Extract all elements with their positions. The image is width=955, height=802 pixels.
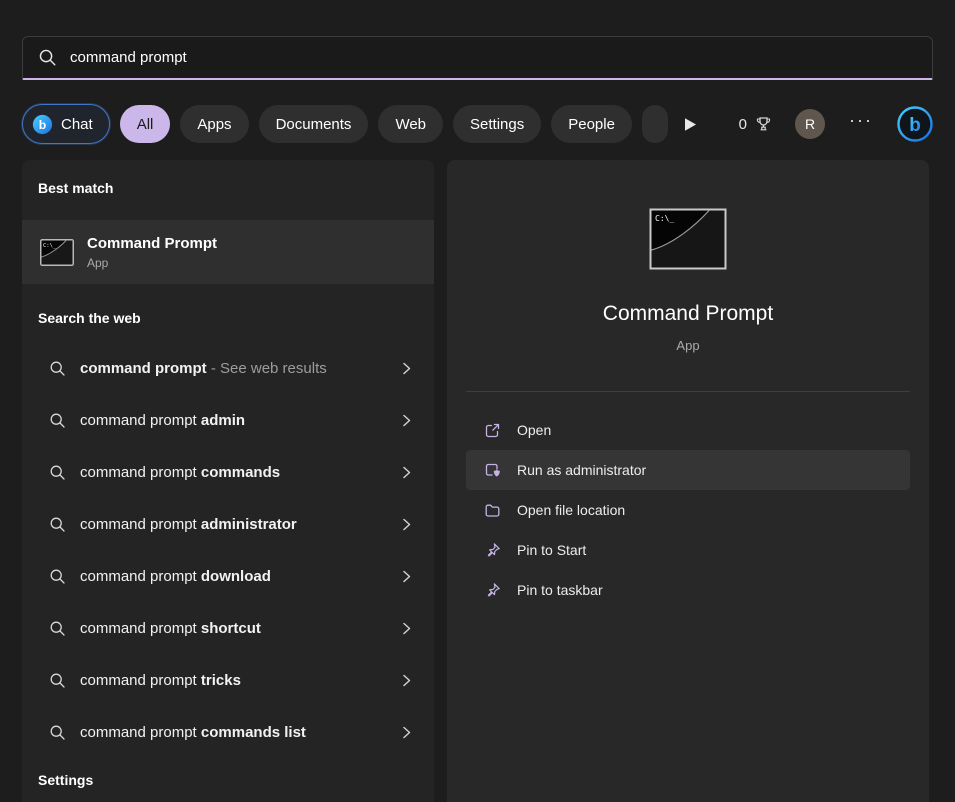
chevron-right-icon[interactable] [400, 518, 413, 531]
action-pin-to-taskbar[interactable]: Pin to taskbar [466, 570, 910, 610]
suggestion-commands[interactable]: command prompt commands [22, 446, 434, 498]
suggestion-administrator[interactable]: command prompt administrator [22, 498, 434, 550]
pin-icon [484, 542, 501, 559]
play-icon [684, 117, 697, 132]
preview-app-title: Command Prompt [447, 302, 929, 326]
command-prompt-icon-large: C:\_ [447, 208, 929, 270]
suggestion-text: command prompt download [80, 568, 386, 585]
filter-tabs-row: b Chat All Apps Documents Web Settings P… [22, 103, 933, 145]
suggestion-commands-list[interactable]: command prompt commands list [22, 706, 434, 758]
search-icon [49, 360, 66, 377]
svg-text:b: b [39, 117, 46, 131]
bing-chat-icon: b [32, 114, 53, 135]
suggestion-text: command prompt shortcut [80, 620, 386, 637]
suggestion-text: command prompt tricks [80, 672, 386, 689]
suggestion-text: command prompt commands [80, 464, 386, 481]
svg-text:b: b [909, 115, 921, 136]
chat-button-label: Chat [61, 116, 93, 133]
divider [466, 391, 910, 392]
chevron-right-icon[interactable] [400, 622, 413, 635]
chevron-right-icon[interactable] [400, 362, 413, 375]
rewards-count: 0 [739, 116, 747, 133]
results-list-panel: Best match C:\_ Command Prompt App Searc… [22, 160, 434, 802]
chat-button[interactable]: b Chat [22, 104, 110, 144]
suggestion-see-web-results[interactable]: command prompt - See web results [22, 342, 434, 394]
chevron-right-icon[interactable] [400, 466, 413, 479]
action-label: Pin to taskbar [517, 582, 603, 598]
suggestion-text: command prompt - See web results [80, 360, 386, 377]
action-label: Pin to Start [517, 542, 586, 558]
search-icon [49, 516, 66, 533]
folder-icon [484, 502, 501, 519]
action-list: Open Run as administrator Open file loca… [447, 410, 929, 610]
play-icon-button[interactable] [678, 113, 703, 136]
topbar-right-cluster: 0 R ··· b [739, 106, 933, 142]
best-match-item[interactable]: C:\_ Command Prompt App [22, 220, 434, 284]
search-bar [22, 36, 933, 80]
suggestion-download[interactable]: command prompt download [22, 550, 434, 602]
suggestion-text: command prompt administrator [80, 516, 386, 533]
rewards-badge[interactable]: 0 [739, 115, 773, 134]
preview-app-subtitle: App [447, 338, 929, 353]
action-label: Open file location [517, 502, 625, 518]
pin-icon [484, 582, 501, 599]
search-icon [49, 724, 66, 741]
chevron-right-icon[interactable] [400, 414, 413, 427]
action-run-as-administrator[interactable]: Run as administrator [466, 450, 910, 490]
search-the-web-heading: Search the web [38, 310, 418, 326]
svg-text:C:\_: C:\_ [43, 243, 57, 249]
action-label: Open [517, 422, 551, 438]
search-icon [49, 412, 66, 429]
tab-settings[interactable]: Settings [453, 105, 541, 143]
web-suggestions-list: command prompt - See web results command… [22, 342, 434, 758]
results-area: Best match C:\_ Command Prompt App Searc… [22, 160, 929, 802]
rewards-trophy-icon [754, 115, 773, 134]
suggestion-text: command prompt commands list [80, 724, 386, 741]
suggestion-text: command prompt admin [80, 412, 386, 429]
search-input[interactable] [70, 49, 917, 66]
tab-all[interactable]: All [120, 105, 171, 143]
best-match-subtitle: App [87, 256, 217, 270]
search-icon [38, 48, 57, 67]
svg-text:C:\_: C:\_ [655, 214, 674, 223]
open-external-icon [484, 422, 501, 439]
chevron-right-icon[interactable] [400, 674, 413, 687]
user-avatar[interactable]: R [795, 109, 825, 139]
search-icon [49, 620, 66, 637]
action-open-file-location[interactable]: Open file location [466, 490, 910, 530]
best-match-heading: Best match [38, 180, 418, 196]
best-match-title: Command Prompt [87, 235, 217, 252]
more-options-button[interactable]: ··· [847, 110, 875, 139]
admin-shield-icon [484, 462, 501, 479]
best-match-text: Command Prompt App [87, 235, 217, 270]
suggestion-admin[interactable]: command prompt admin [22, 394, 434, 446]
chevron-right-icon[interactable] [400, 570, 413, 583]
settings-heading: Settings [38, 772, 418, 788]
chevron-right-icon[interactable] [400, 726, 413, 739]
tab-web[interactable]: Web [378, 105, 443, 143]
command-prompt-icon: C:\_ [40, 239, 74, 266]
action-label: Run as administrator [517, 462, 646, 478]
windows-search-flyout: b Chat All Apps Documents Web Settings P… [0, 0, 955, 802]
action-open[interactable]: Open [466, 410, 910, 450]
bing-logo-icon[interactable]: b [897, 106, 933, 142]
suggestion-shortcut[interactable]: command prompt shortcut [22, 602, 434, 654]
search-icon [49, 672, 66, 689]
search-icon [49, 568, 66, 585]
tab-documents[interactable]: Documents [259, 105, 369, 143]
tab-people[interactable]: People [551, 105, 632, 143]
tab-overflow-partial[interactable] [642, 105, 668, 143]
preview-panel: C:\_ Command Prompt App Open Run as admi… [447, 160, 929, 802]
tab-apps[interactable]: Apps [180, 105, 248, 143]
action-pin-to-start[interactable]: Pin to Start [466, 530, 910, 570]
suggestion-tricks[interactable]: command prompt tricks [22, 654, 434, 706]
search-icon [49, 464, 66, 481]
